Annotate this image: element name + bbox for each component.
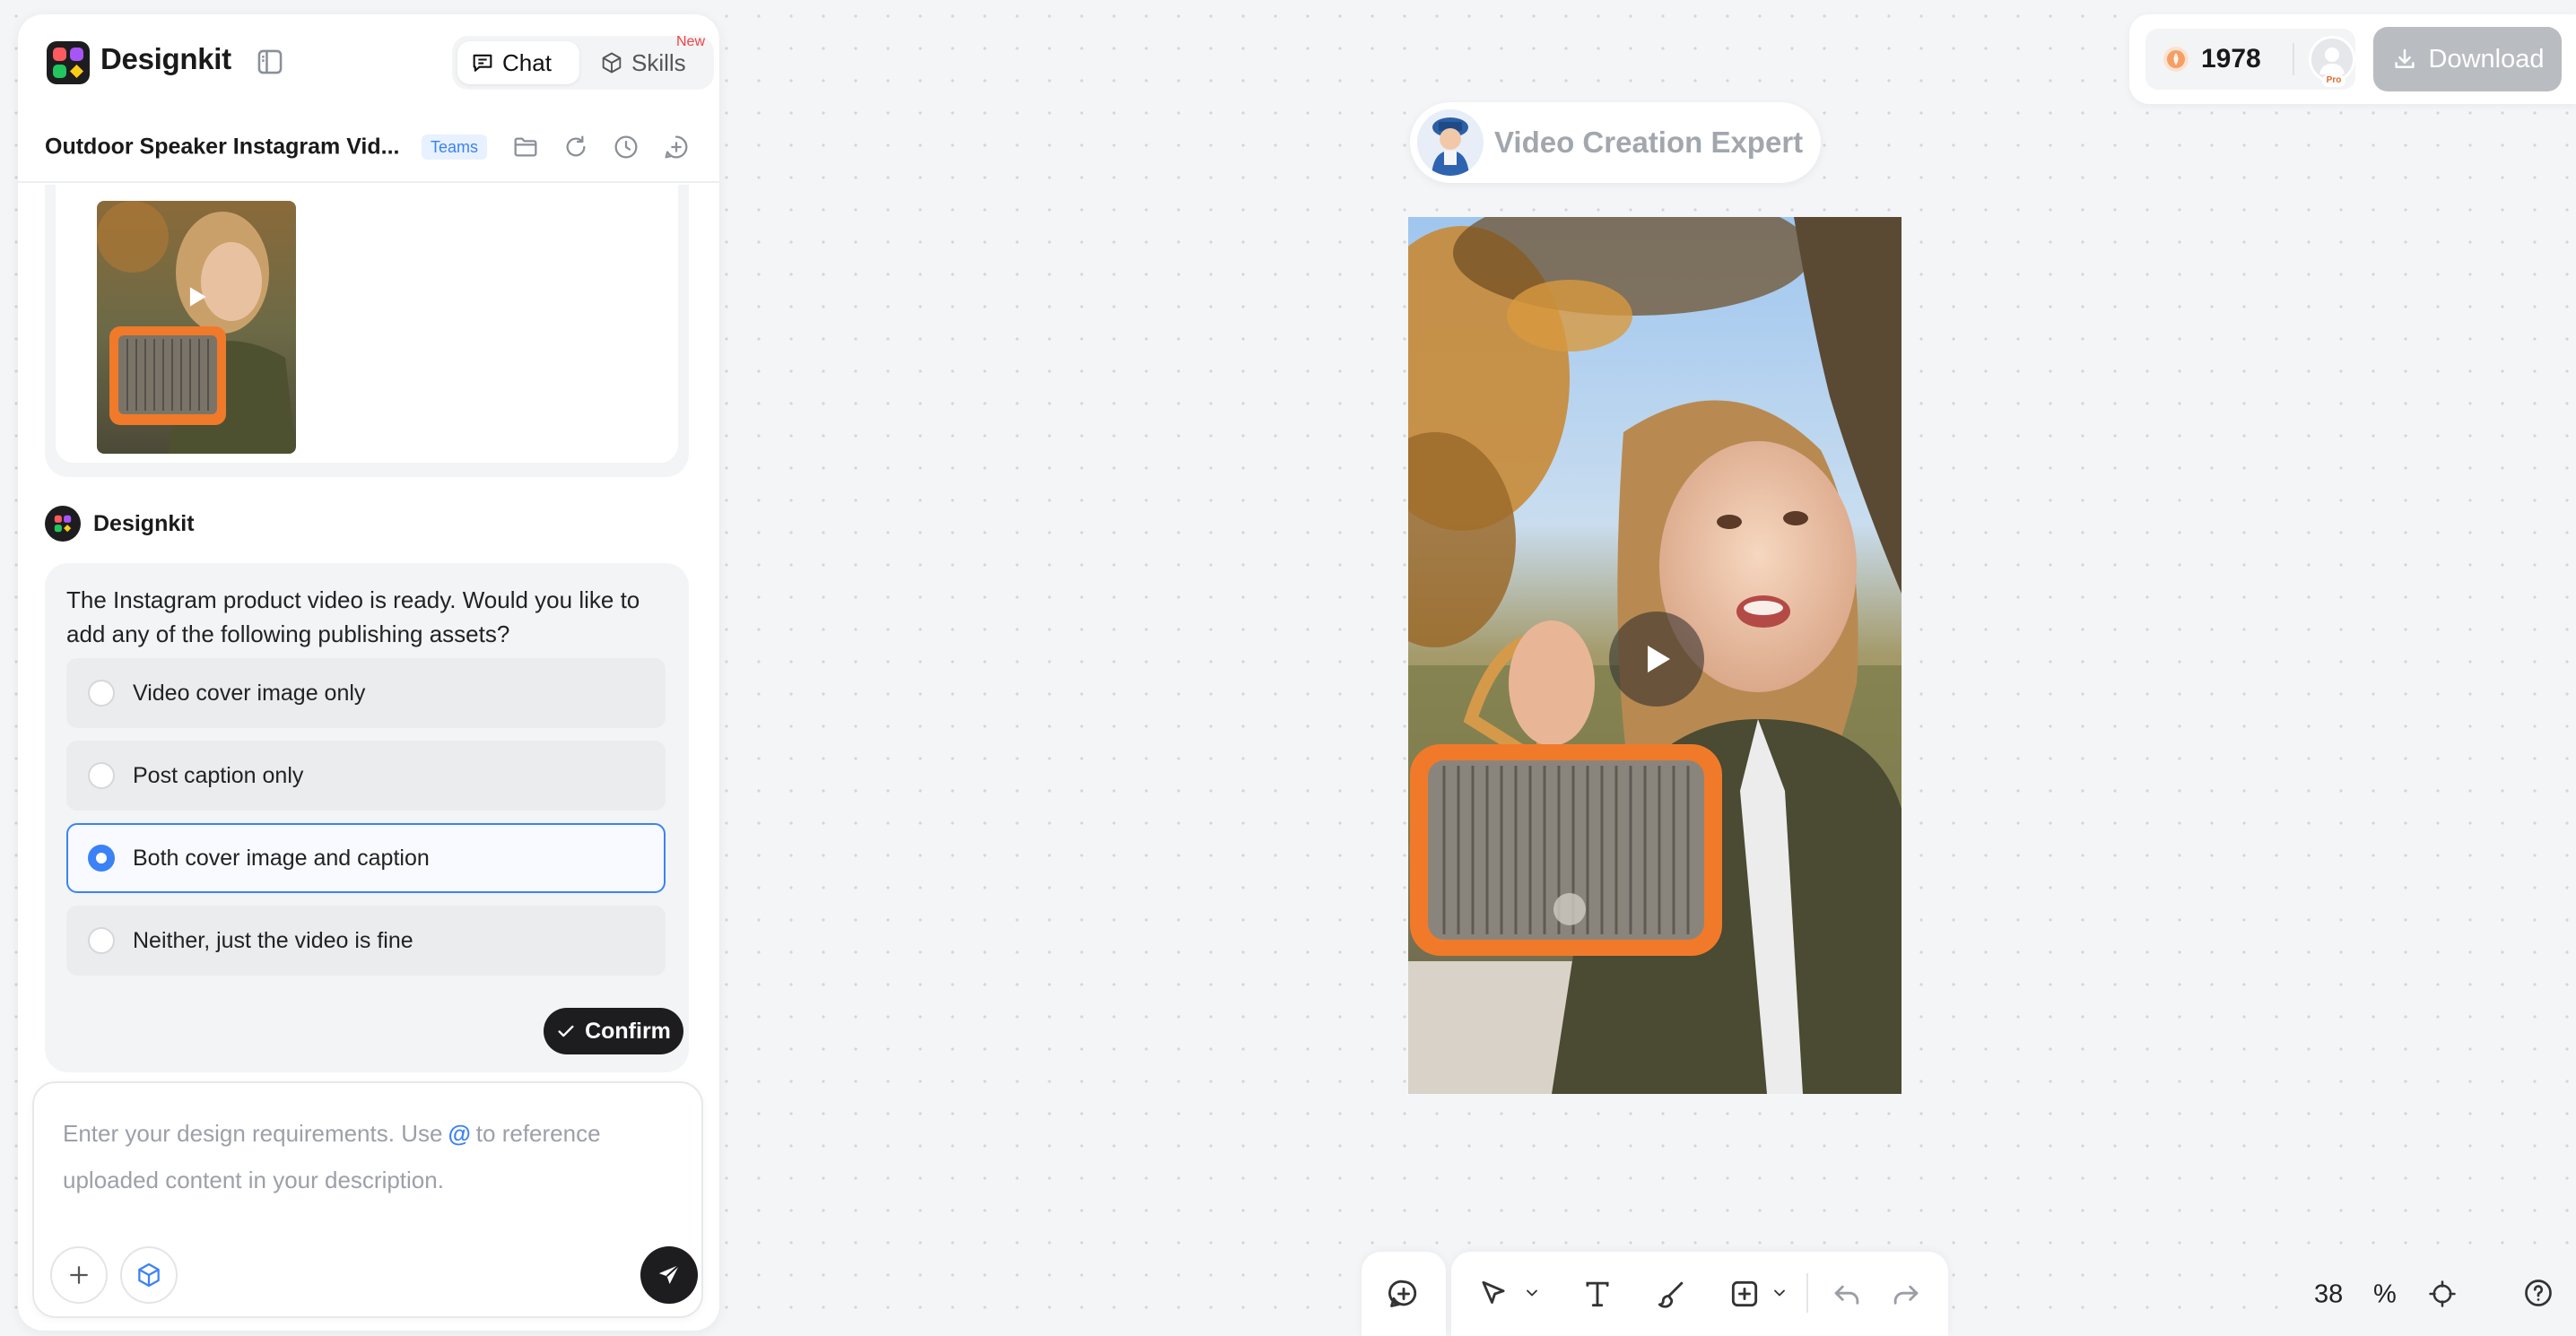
credits-icon — [2163, 47, 2189, 72]
history-icon[interactable] — [612, 133, 640, 161]
option-label: Video cover image only — [133, 680, 366, 706]
bot-avatar — [45, 506, 81, 542]
help-icon[interactable] — [2522, 1277, 2554, 1309]
play-icon — [189, 287, 206, 307]
redo-button[interactable] — [1885, 1273, 1927, 1314]
credits-count: 1978 — [2201, 44, 2261, 74]
project-bar: Outdoor Speaker Instagram Vid... Teams — [18, 111, 719, 183]
option-label: Post caption only — [133, 762, 304, 788]
sidebar-toggle-icon[interactable] — [255, 47, 285, 77]
option-neither[interactable]: Neither, just the video is fine — [66, 906, 666, 976]
send-icon — [658, 1264, 680, 1284]
mention-hint: @ — [448, 1120, 471, 1147]
option-label: Both cover image and caption — [133, 845, 430, 871]
new-chat-icon[interactable] — [662, 133, 691, 161]
redo-icon — [1893, 1285, 1919, 1305]
user-avatar[interactable]: Pro — [2309, 36, 2355, 87]
zoom-control: 38 % — [2284, 1252, 2472, 1336]
project-title[interactable]: Outdoor Speaker Instagram Vid... — [45, 134, 399, 160]
bot-message: The Instagram product video is ready. Wo… — [45, 563, 689, 1072]
plus-circle-icon — [1388, 1280, 1417, 1307]
panel-header: Designkit Chat Skills New — [18, 14, 719, 111]
plus-icon — [70, 1266, 88, 1284]
radio-button-selected[interactable] — [88, 845, 115, 872]
designkit-logo-icon — [47, 41, 90, 84]
toolbar-main — [1451, 1252, 1948, 1336]
download-button[interactable]: Download — [2373, 27, 2562, 91]
undo-button[interactable] — [1826, 1273, 1867, 1314]
video-thumbnail-image — [97, 201, 296, 454]
bot-header: Designkit — [45, 506, 195, 542]
skills-button[interactable] — [120, 1246, 178, 1304]
video-preview[interactable] — [1408, 217, 1902, 1094]
radio-button[interactable] — [88, 762, 115, 789]
brush-tool[interactable] — [1650, 1273, 1692, 1314]
chevron-down-icon[interactable] — [1771, 1284, 1788, 1302]
download-label: Download — [2428, 44, 2545, 74]
undo-icon — [1834, 1285, 1859, 1305]
chat-scroll-area[interactable]: Designkit The Instagram product video is… — [18, 185, 719, 1090]
toolbar-divider — [1806, 1273, 1808, 1313]
expert-avatar-image — [1417, 109, 1484, 176]
check-icon — [558, 1025, 574, 1037]
tab-chat-label: Chat — [502, 48, 552, 76]
option-cover-image[interactable]: Video cover image only — [66, 658, 666, 728]
teams-badge: Teams — [422, 134, 488, 160]
option-both[interactable]: Both cover image and caption — [66, 823, 666, 893]
option-caption[interactable]: Post caption only — [66, 741, 666, 811]
account-bar: 1978 Pro Download — [2129, 14, 2576, 104]
insert-tool[interactable] — [1724, 1273, 1765, 1314]
divider — [2293, 43, 2294, 75]
bot-message-text: The Instagram product video is ready. Wo… — [66, 586, 640, 647]
expert-avatar — [1417, 109, 1484, 176]
folder-icon[interactable] — [511, 133, 540, 161]
user-message — [45, 185, 689, 477]
fit-to-screen-icon[interactable] — [2427, 1279, 2458, 1309]
toolbar-add-group — [1362, 1252, 1446, 1336]
expert-name: Video Creation Expert — [1494, 126, 1804, 159]
chevron-down-icon[interactable] — [1523, 1284, 1541, 1302]
download-icon — [2394, 48, 2415, 68]
new-badge: New — [675, 34, 705, 49]
play-icon — [1648, 646, 1670, 672]
credits-widget[interactable]: 1978 Pro — [2145, 29, 2355, 90]
video-thumbnail[interactable] — [97, 201, 296, 454]
cursor-icon — [1482, 1280, 1505, 1304]
zoom-unit: % — [2373, 1280, 2397, 1309]
bot-name: Designkit — [93, 510, 195, 536]
plus-square-icon — [1731, 1280, 1758, 1307]
zoom-value[interactable]: 38 — [2314, 1280, 2343, 1310]
mode-switch: Chat Skills New — [452, 34, 714, 90]
text-icon — [1586, 1281, 1609, 1307]
radio-button[interactable] — [88, 927, 115, 954]
tab-skills[interactable]: Skills New — [587, 34, 709, 84]
chat-panel: Designkit Chat Skills New Outdoor Speake… — [18, 14, 719, 1331]
cube-icon — [602, 52, 622, 74]
brand-name: Designkit — [100, 42, 231, 75]
chat-bubble-icon — [473, 54, 492, 72]
add-element-tool[interactable] — [1383, 1273, 1424, 1314]
send-button[interactable] — [640, 1246, 698, 1304]
confirm-label: Confirm — [585, 1018, 671, 1044]
text-tool[interactable] — [1577, 1273, 1618, 1314]
video-play-button[interactable] — [1609, 612, 1704, 707]
option-label: Neither, just the video is fine — [133, 927, 413, 953]
refresh-icon[interactable] — [561, 133, 590, 161]
designkit-logo-icon — [54, 515, 72, 533]
help-control — [2499, 1252, 2576, 1336]
tab-skills-label: Skills — [631, 48, 686, 76]
confirm-button[interactable]: Confirm — [544, 1008, 683, 1054]
cube-icon — [138, 1262, 160, 1288]
add-attachment-button[interactable] — [50, 1246, 108, 1304]
prompt-placeholder-start: Enter your design requirements. Use — [63, 1120, 443, 1147]
pro-badge: Pro — [2322, 74, 2345, 87]
brush-icon — [1658, 1281, 1684, 1308]
expert-chip[interactable]: Video Creation Expert — [1410, 102, 1821, 183]
select-tool[interactable] — [1473, 1273, 1514, 1314]
prompt-input[interactable]: Enter your design requirements. Use @ to r… — [63, 1110, 673, 1203]
radio-button[interactable] — [88, 680, 115, 707]
prompt-composer[interactable]: Enter your design requirements. Use @ to r… — [32, 1081, 703, 1318]
tab-chat[interactable]: Chat — [457, 41, 579, 84]
